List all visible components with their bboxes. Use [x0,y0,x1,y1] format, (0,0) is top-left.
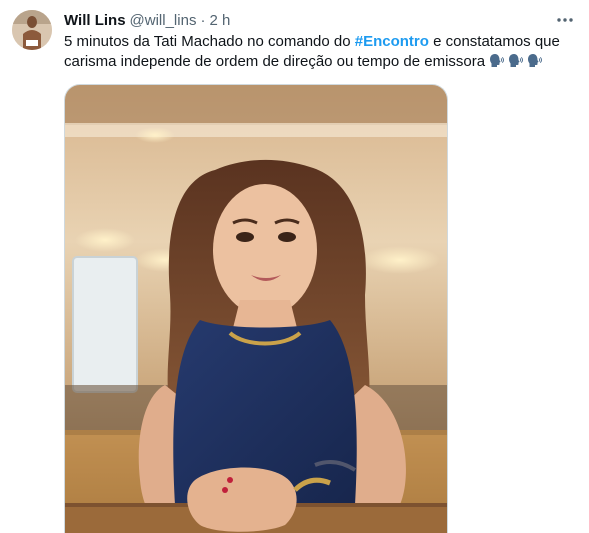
photo-woman-at-table [65,85,447,533]
more-options-button[interactable] [553,8,577,32]
speaking-head-icon [509,54,524,67]
tweet-photo[interactable] [64,84,448,533]
speaking-head-icon [528,54,543,67]
speaking-head-icon [490,54,505,67]
author-handle[interactable]: @will_lins [130,12,197,29]
tweet[interactable]: Will Lins @will_lins · 2 h 5 minutos da … [0,0,589,533]
hashtag-link[interactable]: #Encontro [355,33,429,50]
tweet-text: 5 minutos da Tati Machado no comando do … [64,32,579,72]
tweet-header: Will Lins @will_lins · 2 h [64,10,230,30]
header-separator: · [200,11,206,29]
tweet-text-before: 5 minutos da Tati Machado no comando do [64,33,355,50]
more-horizontal-icon [557,18,573,22]
author-display-name[interactable]: Will Lins [64,12,126,29]
emoji-group [489,53,543,69]
tweet-timestamp[interactable]: 2 h [209,12,230,29]
author-avatar[interactable] [12,10,52,50]
avatar-image [12,10,52,50]
